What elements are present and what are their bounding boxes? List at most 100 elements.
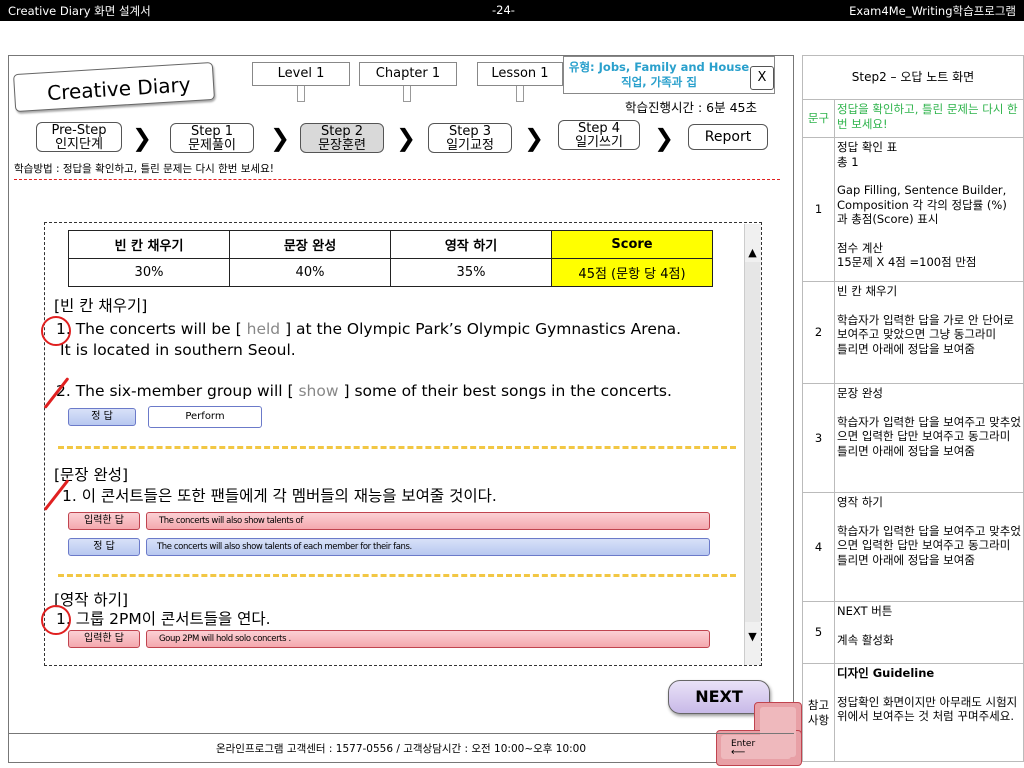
spec-row-number: 4 [802,492,835,602]
spec-line: Gap Filling, Sentence Builder, Compositi… [837,183,1007,226]
tab-lesson-stem [516,86,524,102]
step-sublabel: 일기교정 [446,138,494,153]
page-number: -24- [492,3,515,17]
spec-line: 영작 하기 [837,495,883,509]
tab-chapter-stem [403,86,411,102]
spec-spacer [837,681,1021,695]
scroll-up-icon[interactable]: ▲ [744,246,761,259]
spec-row-number: 5 [802,601,835,664]
correct-answer-field: The concerts will also show talents of e… [146,538,710,556]
step-label: Step 1 [190,124,233,139]
spec-line: 틀리면 아래에 정답을 보여줌 [837,552,975,567]
spec-panel: Step2 – 오답 노트 화면 문구 정답을 확인하고, 틀린 문제는 다시 … [802,55,1024,762]
spec-row-number: 문구 [802,99,835,138]
spec-spacer [837,169,1021,183]
study-method: 학습방법 : 정답을 확인하고, 틀린 문제는 다시 한번 보세요! [14,163,274,175]
chevron-right-icon: ❯ [132,124,153,152]
correct-answer-field: Perform [148,406,262,428]
table-cell: 45점 (문항 당 4점) [551,258,713,287]
spec-row: 3 문장 완성 학습자가 입력한 답을 보여주고 맞추었으면 입력한 답만 보여… [802,383,1024,493]
correct-mark-icon [41,316,71,346]
step-label: Step 4 [577,121,620,136]
spec-line: 학습자가 입력한 답을 보여주고 맞추었으면 입력한 답만 보여주고 동그라미 [837,414,1021,444]
chevron-right-icon: ❯ [396,124,417,152]
step-sublabel: 문제풀이 [188,138,236,153]
spec-row: 5 NEXT 버튼 계속 활성화 [802,601,1024,664]
question-text: 1. 그룹 2PM이 콘서트들을 연다. [56,610,271,628]
step-sublabel: 인지단계 [55,137,103,152]
close-button[interactable]: X [750,66,774,90]
spec-line: 15문제 X 4점 =100점 만점 [837,255,977,269]
spec-row-text: 문장 완성 학습자가 입력한 답을 보여주고 맞추었으면 입력한 답만 보여주고… [834,383,1024,493]
section-divider [58,446,736,449]
score-table: 빈 칸 채우기 문장 완성 영작 하기 Score 30% 40% 35% 45… [68,230,713,287]
table-header: 빈 칸 채우기 [68,230,230,259]
top-bar: Creative Diary 화면 설계서 -24- Exam4Me_Writi… [0,0,1024,21]
report-button[interactable]: Report [688,124,768,150]
content-area [44,222,762,666]
spec-line: 계속 활성화 [837,632,894,647]
question-text: It is located in southern Seoul. [60,341,296,359]
spec-row-text: 정답을 확인하고, 틀린 문제는 다시 한번 보세요! [834,99,1024,138]
divider [14,179,780,180]
spec-row-number: 1 [802,137,835,282]
scroll-down-icon[interactable]: ▼ [744,630,761,643]
question-suffix: ] at the Olympic Park’s Olympic Gymnasti… [285,320,682,338]
section-title-gap: [빈 칸 채우기] [54,297,148,315]
spec-header: Step2 – 오답 노트 화면 [802,55,1024,100]
user-answer: held [246,320,281,338]
question-suffix: ] some of their best songs in the concer… [343,382,672,400]
spec-line: 정답확인 화면이지만 아무래도 시험지위에서 보여주는 것 처럼 꾸며주세요. [837,694,1018,724]
spec-row: 2 빈 칸 채우기 학습자가 입력한 답을 가로 안 단어로 보여주고 맞았으면… [802,281,1024,384]
topic-type-korean: 직업, 가족과 집 [621,75,697,89]
document-title: Creative Diary 화면 설계서 [8,4,151,18]
question-text: 1. 이 콘서트들은 또한 팬들에게 각 멤버들의 재능을 보여줄 것이다. [62,487,497,505]
spec-line: 학습자가 입력한 답을 보여주고 맞추었으면 입력한 답만 보여주고 동그라미 [837,523,1021,553]
spec-row: 참고사항 디자인 Guideline 정답확인 화면이지만 아무래도 시험지위에… [802,663,1024,762]
spec-row-number: 2 [802,281,835,384]
tab-level[interactable]: Level 1 [252,62,350,86]
spec-line: 정답 확인 표 [837,140,898,154]
topic-type-box: 유형: Jobs, Family and House 직업, 가족과 집 [563,56,775,94]
user-answer: show [298,382,339,400]
user-answer-label: 입력한 답 [68,512,140,530]
tab-chapter[interactable]: Chapter 1 [359,62,457,86]
step-3[interactable]: Step 3 일기교정 [428,123,512,153]
correct-answer-label: 정 답 [68,408,136,426]
table-header: Score [551,230,713,259]
spec-row: 4 영작 하기 학습자가 입력한 답을 보여주고 맞추었으면 입력한 답만 보여… [802,492,1024,602]
spec-row-text: 빈 칸 채우기 학습자가 입력한 답을 가로 안 단어로 보여주고 맞았으면 그… [834,281,1024,384]
spec-line: 디자인 Guideline [837,666,935,680]
table-header: 영작 하기 [390,230,552,259]
step-sublabel: 문장훈련 [318,138,366,153]
step-label: Pre-Step [51,123,107,138]
step-pre-step[interactable]: Pre-Step 인지단계 [36,122,122,152]
spec-line: 총 1 [837,154,859,169]
step-label: Step 2 [320,124,363,139]
spec-row-number: 3 [802,383,835,493]
step-4[interactable]: Step 4 일기쓰기 [558,120,640,150]
spec-row-text: 디자인 Guideline 정답확인 화면이지만 아무래도 시험지위에서 보여주… [834,663,1024,762]
question-prefix: 1. The concerts will be [ [56,320,242,338]
spec-row-text: NEXT 버튼 계속 활성화 [834,601,1024,664]
spec-line: 학습자가 입력한 답을 가로 안 단어로 보여주고 맞았으면 그냥 동그라미 [837,312,1014,342]
step-label: Step 3 [448,124,491,139]
table-cell: 30% [68,258,230,287]
user-answer-label: 입력한 답 [68,630,140,648]
tab-level-stem [297,86,305,102]
step-1[interactable]: Step 1 문제풀이 [170,123,254,153]
step-2[interactable]: Step 2 문장훈련 [300,123,384,153]
question-text: 2. The six-member group will [ show ] so… [56,382,672,400]
spec-row-text: 영작 하기 학습자가 입력한 답을 보여주고 맞추었으면 입력한 답만 보여주고… [834,492,1024,602]
chevron-right-icon: ❯ [524,124,545,152]
section-divider [58,574,736,577]
scroll-thumb[interactable] [745,262,760,622]
spec-spacer [837,299,1021,313]
spec-row: 문구 정답을 확인하고, 틀린 문제는 다시 한번 보세요! [802,99,1024,138]
question-prefix: 2. The six-member group will [ [56,382,294,400]
tab-lesson[interactable]: Lesson 1 [477,62,563,86]
table-cell: 35% [390,258,552,287]
correct-answer-label: 정 답 [68,538,140,556]
spec-row-text: 정답 확인 표 총 1 Gap Filling, Sentence Builde… [834,137,1024,282]
study-timer: 학습진행시간 : 6분 45초 [625,100,757,115]
